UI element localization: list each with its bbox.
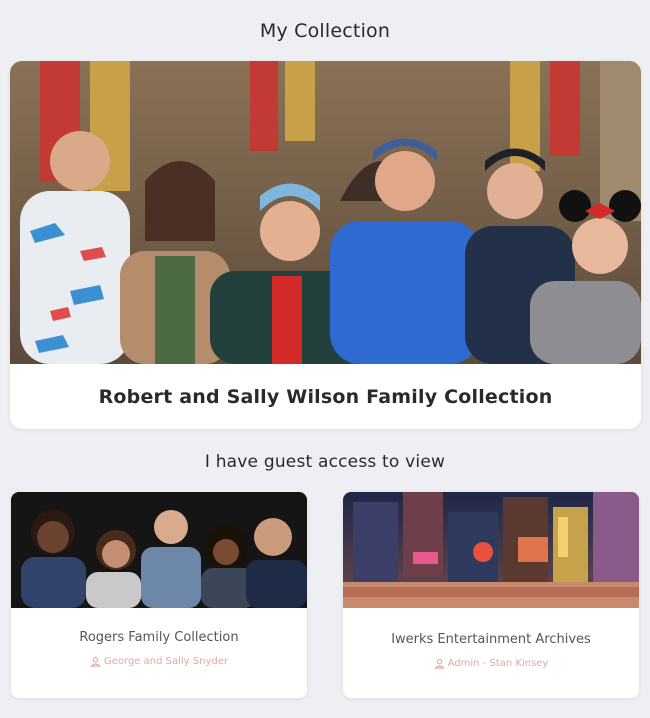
guest-collection-owner-name: Admin - Stan Kinsey: [447, 658, 549, 669]
main-collection-card[interactable]: Robert and Sally Wilson Family Collectio…: [10, 61, 641, 429]
guest-collection-card-iwerks[interactable]: Iwerks Entertainment Archives Admin - St…: [343, 492, 639, 698]
family-portrait-photo-image: [11, 492, 307, 608]
main-collection-title[interactable]: Robert and Sally Wilson Family Collectio…: [10, 364, 641, 429]
guest-collection-title[interactable]: Iwerks Entertainment Archives: [343, 632, 639, 647]
guest-access-heading: I have guest access to view: [204, 452, 446, 472]
guest-collection-owner-name: George and Sally Snyder: [104, 656, 228, 667]
guest-collection-owner: George and Sally Snyder: [11, 656, 307, 667]
user-icon: [90, 656, 101, 667]
guest-collection-card-rogers[interactable]: Rogers Family Collection George and Sall…: [11, 492, 307, 698]
city-street-illustration-image: [343, 492, 639, 608]
user-icon: [433, 658, 445, 669]
my-collection-heading: My Collection: [259, 20, 391, 42]
guest-collection-owner: Admin - Stan Kinsey: [343, 658, 639, 669]
guest-collection-title[interactable]: Rogers Family Collection: [11, 630, 307, 645]
family-photo-castle-image: [10, 61, 641, 364]
